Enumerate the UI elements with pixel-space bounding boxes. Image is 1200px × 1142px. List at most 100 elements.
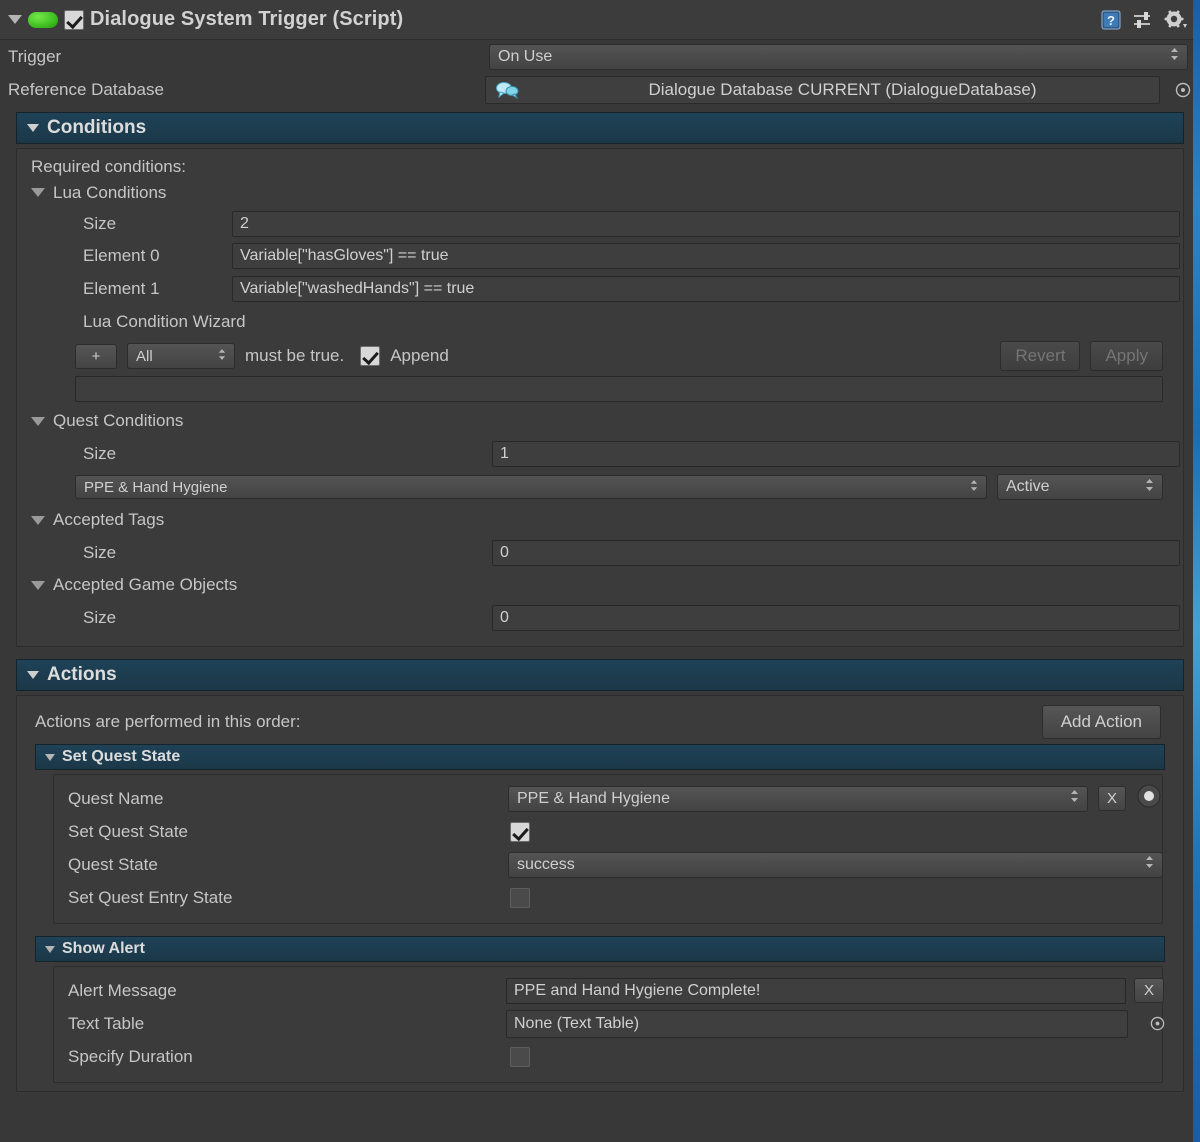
set-quest-state-toggle-row: Set Quest State bbox=[60, 815, 1156, 848]
append-label: Append bbox=[390, 346, 449, 365]
reference-database-objectfield[interactable]: Dialogue Database CURRENT (DialogueDatab… bbox=[485, 75, 1160, 104]
lua-size-value: 2 bbox=[240, 214, 249, 232]
show-alert-foldout-icon[interactable] bbox=[45, 945, 55, 953]
action-quest-state-value: success bbox=[517, 855, 575, 873]
header-icon-group: ? bbox=[1100, 9, 1192, 31]
text-table-value: None (Text Table) bbox=[514, 1014, 640, 1032]
actions-section-header[interactable]: Actions bbox=[16, 659, 1184, 691]
quest-name-label: Quest Name bbox=[68, 788, 164, 808]
lua-element-1-label: Element 1 bbox=[83, 278, 160, 298]
preset-sliders-icon[interactable] bbox=[1132, 10, 1154, 30]
reference-database-picker-icon[interactable] bbox=[1174, 81, 1192, 99]
lua-conditions-foldout-row[interactable]: Lua Conditions bbox=[27, 177, 1173, 208]
specify-duration-row: Specify Duration bbox=[60, 1040, 1156, 1073]
accepted-game-objects-size-input[interactable]: 0 bbox=[492, 604, 1180, 631]
chevron-updown-icon bbox=[960, 479, 978, 496]
component-enabled-checkbox[interactable] bbox=[64, 9, 84, 30]
accepted-game-objects-label: Accepted Game Objects bbox=[53, 575, 238, 594]
lua-wizard-preview-row bbox=[27, 373, 1173, 405]
text-table-picker-icon[interactable] bbox=[1148, 1015, 1166, 1033]
action-quest-name-dropdown[interactable]: PPE & Hand Hygiene bbox=[508, 785, 1088, 812]
conditions-panel: Required conditions: Lua Conditions Size… bbox=[16, 148, 1184, 647]
lua-element-1-input[interactable]: Variable["washedHands"] == true bbox=[232, 275, 1180, 302]
quest-state-value: Active bbox=[1006, 478, 1050, 495]
lua-conditions-foldout-icon[interactable] bbox=[31, 188, 45, 197]
alert-message-input[interactable]: PPE and Hand Hygiene Complete! bbox=[506, 977, 1126, 1004]
set-quest-state-checkbox[interactable] bbox=[510, 821, 530, 842]
accepted-tags-size-input[interactable]: 0 bbox=[492, 539, 1180, 566]
add-action-button[interactable]: Add Action bbox=[1041, 705, 1161, 739]
lua-wizard-apply-button[interactable]: Apply bbox=[1090, 341, 1163, 371]
set-quest-state-header[interactable]: Set Quest State bbox=[35, 744, 1165, 770]
lua-wizard-revert-button[interactable]: Revert bbox=[1000, 341, 1081, 371]
lua-element-0-value: Variable["hasGloves"] == true bbox=[240, 246, 449, 264]
trigger-dropdown[interactable]: On Use bbox=[489, 43, 1188, 70]
accepted-tags-size-label: Size bbox=[83, 542, 117, 562]
quest-state-row: Quest State success bbox=[60, 848, 1163, 881]
lua-element-1-row: Element 1 Variable["washedHands"] == tru… bbox=[27, 272, 1180, 305]
quest-name-record-button[interactable] bbox=[1136, 783, 1162, 814]
quest-entry-row: PPE & Hand Hygiene Active bbox=[27, 470, 1173, 504]
set-quest-state-label: Set Quest State bbox=[68, 821, 189, 841]
lua-element-0-input[interactable]: Variable["hasGloves"] == true bbox=[232, 242, 1180, 269]
lua-element-0-label: Element 0 bbox=[83, 245, 160, 265]
specify-duration-checkbox[interactable] bbox=[510, 1046, 530, 1067]
quest-name-row: Quest Name PPE & Hand Hygiene X bbox=[60, 782, 1161, 815]
actions-foldout-icon[interactable] bbox=[27, 671, 39, 679]
quest-name-clear-button[interactable]: X bbox=[1098, 786, 1126, 811]
quest-state-dropdown[interactable]: Active bbox=[997, 474, 1163, 500]
enabled-indicator-icon bbox=[28, 11, 58, 28]
lua-size-row: Size 2 bbox=[27, 208, 1180, 239]
help-book-icon[interactable]: ? bbox=[1100, 9, 1122, 31]
append-checkbox[interactable] bbox=[360, 346, 381, 366]
component-title: Dialogue System Trigger (Script) bbox=[90, 8, 404, 30]
accepted-game-objects-size-value: 0 bbox=[500, 608, 509, 626]
gear-icon[interactable] bbox=[1164, 9, 1188, 31]
vertical-scrollbar[interactable] bbox=[1193, 0, 1200, 1142]
chevron-updown-icon bbox=[1135, 478, 1154, 497]
accepted-tags-foldout-row[interactable]: Accepted Tags bbox=[27, 504, 1173, 536]
lua-wizard-add-button[interactable]: + bbox=[75, 343, 117, 369]
lua-wizard-mode-dropdown[interactable]: All bbox=[127, 343, 235, 369]
quest-conditions-label: Quest Conditions bbox=[53, 411, 184, 430]
accepted-game-objects-foldout-row[interactable]: Accepted Game Objects bbox=[27, 569, 1173, 601]
quest-conditions-foldout-icon[interactable] bbox=[31, 416, 45, 426]
quest-size-input[interactable]: 1 bbox=[492, 440, 1180, 467]
inspector-panel: Dialogue System Trigger (Script) ? Trigg… bbox=[0, 0, 1200, 1142]
quest-name-value: PPE & Hand Hygiene bbox=[84, 478, 228, 496]
show-alert-header[interactable]: Show Alert bbox=[35, 936, 1165, 962]
set-quest-entry-state-checkbox[interactable] bbox=[510, 887, 530, 908]
component-header[interactable]: Dialogue System Trigger (Script) ? bbox=[0, 0, 1200, 40]
reference-database-row: Reference Database Dialogue Database CUR… bbox=[0, 73, 1200, 106]
must-be-true-label: must be true. bbox=[245, 346, 345, 365]
required-conditions-label: Required conditions: bbox=[31, 157, 186, 176]
accepted-tags-foldout-icon[interactable] bbox=[31, 515, 45, 525]
quest-conditions-foldout-row[interactable]: Quest Conditions bbox=[27, 405, 1173, 437]
action-quest-name-value: PPE & Hand Hygiene bbox=[517, 789, 670, 807]
accepted-game-objects-size-row: Size 0 bbox=[27, 601, 1180, 634]
chevron-updown-icon bbox=[1060, 789, 1079, 808]
lua-wizard-preview-input[interactable] bbox=[75, 376, 1163, 402]
accepted-game-objects-foldout-icon[interactable] bbox=[31, 580, 45, 590]
lua-size-input[interactable]: 2 bbox=[232, 210, 1180, 237]
trigger-row: Trigger On Use bbox=[0, 40, 1200, 73]
quest-name-dropdown[interactable]: PPE & Hand Hygiene bbox=[75, 475, 987, 499]
reference-database-label: Reference Database bbox=[8, 79, 164, 99]
chevron-updown-icon bbox=[1160, 47, 1179, 66]
dialogue-database-icon bbox=[490, 80, 526, 100]
text-table-label: Text Table bbox=[68, 1013, 145, 1033]
lua-size-label: Size bbox=[83, 213, 117, 233]
accepted-tags-label: Accepted Tags bbox=[53, 510, 165, 529]
conditions-foldout-icon[interactable] bbox=[27, 124, 39, 132]
lua-conditions-label: Lua Conditions bbox=[53, 182, 167, 202]
text-table-objectfield[interactable]: None (Text Table) bbox=[506, 1009, 1128, 1038]
text-table-row: Text Table None (Text Table) bbox=[60, 1007, 1164, 1040]
lua-wizard-label: Lua Condition Wizard bbox=[83, 312, 246, 331]
set-quest-state-foldout-icon[interactable] bbox=[45, 753, 55, 761]
action-quest-state-dropdown[interactable]: success bbox=[508, 851, 1163, 878]
component-foldout-icon[interactable] bbox=[8, 15, 22, 24]
lua-wizard-controls-row: + All must be true. Append Revert Apply bbox=[27, 339, 1173, 373]
conditions-section-header[interactable]: Conditions bbox=[16, 112, 1184, 144]
accepted-tags-size-row: Size 0 bbox=[27, 536, 1180, 569]
alert-message-clear-button[interactable]: X bbox=[1134, 978, 1164, 1003]
